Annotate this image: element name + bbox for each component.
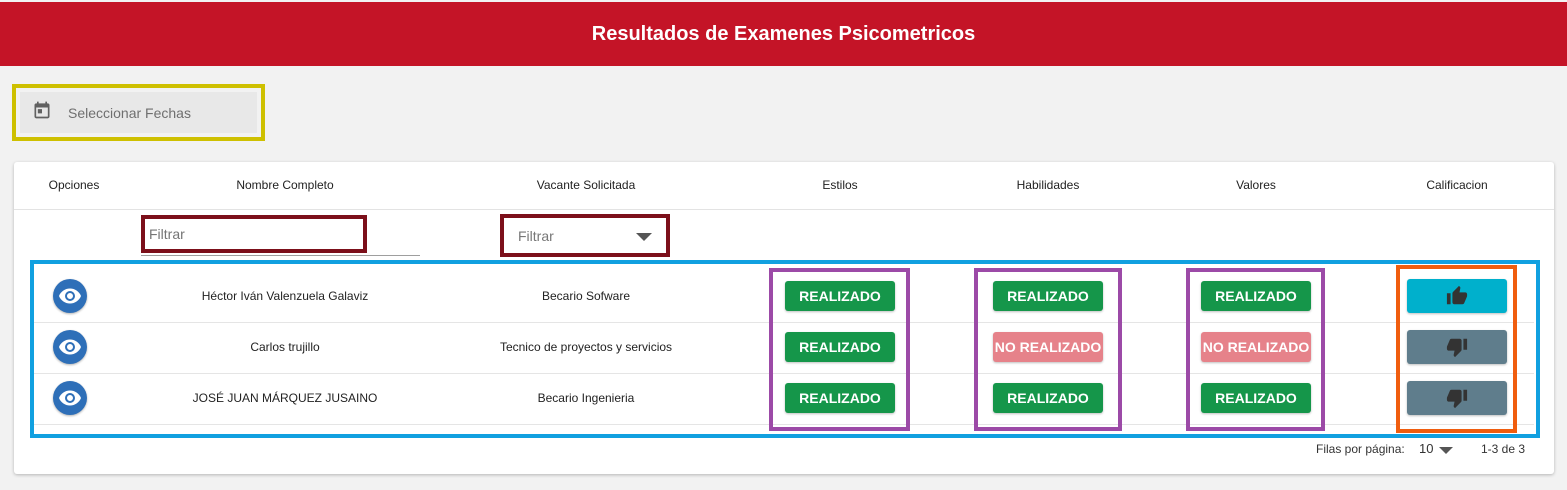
- estilos-column-highlight: [769, 268, 910, 431]
- name-filter-highlight: [141, 215, 367, 253]
- column-header-vacante: Vacante Solicitada: [536, 178, 636, 192]
- rows-per-page-select[interactable]: 10: [1419, 441, 1433, 456]
- calificacion-column-highlight: [1396, 265, 1517, 433]
- calendar-icon: [32, 100, 52, 125]
- pagination-range: 1-3 de 3: [1481, 442, 1526, 456]
- column-header-estilos: Estilos: [822, 178, 858, 192]
- header-divider: [14, 209, 1554, 210]
- valores-column-highlight: [1186, 268, 1325, 431]
- name-filter-input[interactable]: [149, 223, 359, 245]
- page-title: Resultados de Examenes Psicometricos: [591, 22, 976, 45]
- rows-per-page-label: Filas por página:: [1316, 442, 1405, 456]
- column-header-opciones: Opciones: [48, 178, 100, 192]
- vacancy-filter-placeholder: Filtrar: [518, 228, 554, 244]
- column-header-nombre: Nombre Completo: [236, 178, 334, 192]
- date-picker-label: Seleccionar Fechas: [68, 104, 191, 121]
- vacancy-filter-select[interactable]: Filtrar: [500, 214, 670, 257]
- date-picker-highlight: Seleccionar Fechas: [12, 84, 265, 141]
- column-header-habilidades: Habilidades: [1016, 178, 1080, 192]
- results-table: Opciones Nombre Completo Vacante Solicit…: [14, 162, 1554, 474]
- column-header-valores: Valores: [1236, 178, 1276, 192]
- habilidades-column-highlight: [974, 268, 1122, 431]
- page-header: Resultados de Examenes Psicometricos: [0, 2, 1567, 66]
- column-header-calificacion: Calificacion: [1426, 178, 1488, 192]
- name-filter-underline: [141, 255, 420, 256]
- chevron-down-icon[interactable]: [1439, 447, 1453, 454]
- date-picker[interactable]: Seleccionar Fechas: [20, 92, 257, 133]
- chevron-down-icon: [636, 233, 652, 241]
